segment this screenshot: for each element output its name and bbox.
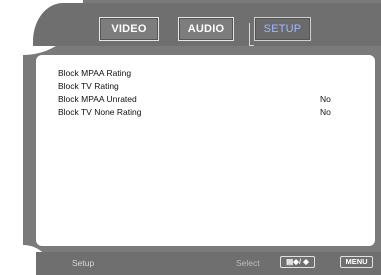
tab-setup[interactable]: SETUP xyxy=(249,17,311,46)
setting-value: No xyxy=(320,94,331,104)
setting-row-block-tv-rating[interactable]: Block TV Rating xyxy=(58,80,358,93)
setting-row-block-tv-none-rating[interactable]: Block TV None Rating No xyxy=(58,106,358,119)
setting-label: Block TV None Rating xyxy=(58,107,142,117)
setting-row-block-mpaa-unrated[interactable]: Block MPAA Unrated No xyxy=(58,93,358,106)
setup-menu-screen: VIDEO AUDIO SETUP Block MPAA Rating Bloc… xyxy=(0,0,381,275)
setting-row-block-mpaa-rating[interactable]: Block MPAA Rating xyxy=(58,67,358,80)
setting-label: Block TV Rating xyxy=(58,81,119,91)
settings-panel: Block MPAA Rating Block TV Rating Block … xyxy=(36,55,375,246)
tab-bar: VIDEO AUDIO SETUP xyxy=(33,3,381,46)
nav-keys-icon: ▤◆/ ◆ xyxy=(280,256,315,268)
menu-key-icon: MENU xyxy=(340,256,373,268)
current-section-label: Setup xyxy=(72,258,95,268)
setting-label: Block MPAA Rating xyxy=(58,68,132,78)
status-bar: Setup Select ▤◆/ ◆ MENU xyxy=(36,252,381,275)
setting-label: Block MPAA Unrated xyxy=(58,94,137,104)
tab-video[interactable]: VIDEO xyxy=(99,17,159,41)
select-hint-label: Select xyxy=(236,258,260,268)
tab-audio[interactable]: AUDIO xyxy=(178,17,234,41)
setting-value: No xyxy=(320,107,331,117)
